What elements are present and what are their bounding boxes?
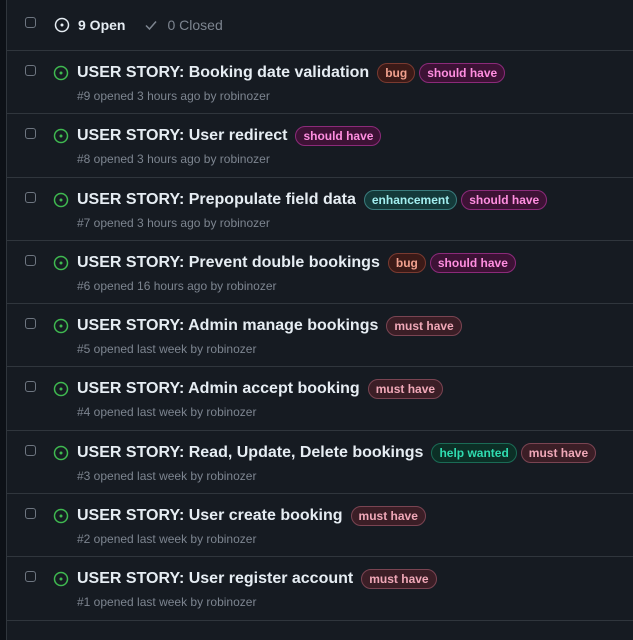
issue-meta: #2 opened last week by robinozer [77, 532, 256, 546]
issue-open-icon [53, 318, 69, 339]
issue-open-icon [53, 445, 69, 466]
issue-meta: #5 opened last week by robinozer [77, 342, 256, 356]
issue-row: USER STORY: User register account must ha… [7, 557, 633, 621]
issue-meta-text: #8 opened 3 hours ago by [77, 152, 220, 167]
issue-meta: #4 opened last week by robinozer [77, 405, 256, 419]
label-must-have[interactable]: must have [350, 506, 426, 527]
label-must-have[interactable]: must have [520, 442, 597, 463]
issue-author-link[interactable]: robinozer [206, 342, 256, 356]
label-should-have[interactable]: should have [429, 252, 516, 273]
open-issues-tab[interactable]: 9 Open [54, 17, 125, 33]
closed-issues-tab[interactable]: 0 Closed [143, 17, 223, 33]
issue-title-link[interactable]: USER STORY: User redirect [77, 127, 287, 145]
check-icon [145, 21, 158, 31]
issue-title-link[interactable]: USER STORY: Booking date validation [77, 64, 369, 82]
issue-author-link[interactable]: robinozer [206, 405, 256, 419]
issue-row: USER STORY: Prepopulate field data enhanc… [7, 178, 633, 241]
issue-title-line: USER STORY: User register account must ha… [77, 569, 437, 590]
issue-title-link[interactable]: USER STORY: Admin manage bookings [77, 317, 378, 335]
issue-meta-text: #6 opened 16 hours ago by [77, 278, 227, 293]
issue-row: USER STORY: Admin accept booking must hav… [7, 367, 633, 431]
label-bug[interactable]: bug [387, 252, 426, 273]
issue-open-icon [53, 571, 69, 592]
issue-checkbox[interactable] [25, 128, 36, 140]
label-bug[interactable]: bug [377, 63, 416, 83]
issue-checkbox[interactable] [25, 508, 36, 520]
label-should-have[interactable]: should have [419, 63, 506, 83]
label-must-have[interactable]: must have [367, 379, 444, 400]
issue-rows: USER STORY: Booking date validation bug sh… [7, 51, 633, 621]
issue-title-line: USER STORY: Read, Update, Delete booking… [77, 442, 597, 463]
issue-title-link[interactable]: USER STORY: Read, Update, Delete booking… [77, 444, 423, 462]
open-issues-label: 9 Open [78, 17, 126, 33]
issue-meta: #3 opened last week by robinozer [77, 469, 256, 483]
issue-open-icon [53, 65, 69, 86]
issue-open-icon [53, 508, 69, 529]
issue-row: USER STORY: User redirect should have #8 o… [7, 114, 633, 178]
issue-author-link[interactable]: robinozer [226, 279, 276, 293]
issue-title-link[interactable]: USER STORY: Prepopulate field data [77, 191, 356, 209]
issue-author-link[interactable]: robinozer [206, 595, 256, 609]
issue-meta: #7 opened 3 hours ago by robinozer [77, 216, 270, 230]
issue-open-icon [53, 255, 69, 276]
issue-checkbox[interactable] [25, 318, 36, 330]
issue-author-link[interactable]: robinozer [220, 89, 270, 103]
issue-checkbox[interactable] [25, 254, 36, 266]
label-must-have[interactable]: must have [386, 316, 462, 337]
issue-row: USER STORY: Prevent double bookings bug sh… [7, 241, 633, 305]
issue-author-link[interactable]: robinozer [206, 532, 256, 546]
issue-row: USER STORY: Booking date validation bug sh… [7, 51, 633, 115]
issue-row: USER STORY: Read, Update, Delete booking… [7, 431, 633, 495]
issue-title-line: USER STORY: Admin manage bookings must ha… [77, 316, 462, 337]
issue-title-link[interactable]: USER STORY: Admin accept booking [77, 380, 360, 398]
label-should-have[interactable]: should have [295, 126, 382, 147]
issue-title-link[interactable]: USER STORY: User register account [77, 570, 353, 588]
issue-author-link[interactable]: robinozer [220, 152, 270, 166]
label-enhancement[interactable]: enhancement [363, 189, 458, 210]
issues-list-header: 9 Open 0 Closed [7, 0, 633, 51]
issue-author-link[interactable]: robinozer [220, 216, 270, 230]
issue-checkbox[interactable] [25, 191, 36, 203]
issue-meta-text: #9 opened 3 hours ago by [77, 89, 220, 103]
label-help-wanted[interactable]: help wanted [431, 442, 517, 463]
issue-meta-text: #5 opened last week by [77, 342, 207, 357]
issue-meta-text: #1 opened last week by [77, 595, 207, 610]
issue-meta-text: #4 opened last week by [77, 405, 207, 420]
select-all-checkbox[interactable] [25, 17, 36, 28]
issue-open-icon [53, 381, 69, 402]
issue-meta-text: #7 opened 3 hours ago by [77, 215, 220, 230]
issues-list-panel: 9 Open 0 Closed USER STORY: Booking date… [6, 0, 633, 640]
closed-issues-label: 0 Closed [167, 17, 223, 33]
issue-meta-text: #2 opened last week by [77, 532, 207, 547]
issue-open-icon [53, 192, 69, 213]
issue-meta: #9 opened 3 hours ago by robinozer [77, 89, 270, 103]
issue-meta: #8 opened 3 hours ago by robinozer [77, 152, 270, 166]
label-must-have[interactable]: must have [361, 569, 437, 590]
issue-title-link[interactable]: USER STORY: User create booking [77, 507, 343, 525]
label-should-have[interactable]: should have [461, 189, 548, 210]
issue-title-line: USER STORY: Admin accept booking must hav… [77, 379, 444, 400]
issue-author-link[interactable]: robinozer [206, 469, 256, 483]
issue-checkbox[interactable] [25, 65, 36, 76]
issue-meta: #6 opened 16 hours ago by robinozer [77, 279, 277, 293]
issue-row: USER STORY: User create booking must have… [7, 494, 633, 558]
issue-title-line: USER STORY: Prevent double bookings bug sh… [77, 252, 516, 273]
issue-meta-text: #3 opened last week by [77, 468, 207, 483]
issue-checkbox[interactable] [25, 571, 36, 583]
issue-title-link[interactable]: USER STORY: Prevent double bookings [77, 254, 380, 272]
issue-title-line: USER STORY: User redirect should have [77, 126, 382, 147]
issue-checkbox[interactable] [25, 381, 36, 393]
issue-title-line: USER STORY: Prepopulate field data enhanc… [77, 189, 548, 210]
issue-checkbox[interactable] [25, 444, 36, 456]
issue-opened-icon [54, 17, 70, 33]
issue-open-icon [53, 128, 69, 149]
issue-title-line: USER STORY: User create booking must have [77, 506, 426, 527]
issue-meta: #1 opened last week by robinozer [77, 595, 256, 609]
issue-title-line: USER STORY: Booking date validation bug sh… [77, 63, 506, 83]
issue-row: USER STORY: Admin manage bookings must ha… [7, 304, 633, 368]
